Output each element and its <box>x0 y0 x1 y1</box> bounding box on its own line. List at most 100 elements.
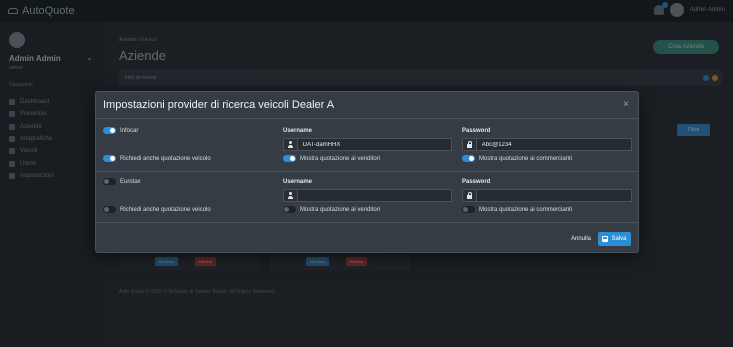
toggle-switch[interactable] <box>462 155 475 162</box>
chevron-down-icon[interactable]: ▾ <box>88 56 91 63</box>
provider-name: Infocar <box>120 127 139 134</box>
save-icon <box>602 236 609 242</box>
edit-button[interactable]: Modifica <box>155 257 178 266</box>
app-name: AutoQuote <box>22 5 75 17</box>
sidebar-item-label: Anagrafiche <box>20 136 53 143</box>
users-icon <box>9 160 15 167</box>
username-field <box>283 138 452 151</box>
delete-button[interactable]: Elimina <box>195 257 217 266</box>
sidebar-item-dashboard[interactable]: Dashboard <box>9 96 54 108</box>
edit-button[interactable]: Modifica <box>306 257 329 266</box>
toggle-switch[interactable] <box>103 155 116 162</box>
close-icon[interactable]: × <box>621 100 631 110</box>
registry-icon <box>9 136 15 143</box>
company-card: Modifica Elimina <box>270 254 410 270</box>
sidebar-item-label: Impostazioni <box>20 172 54 179</box>
show-sellers-toggle[interactable]: Mostra quotazione ai venditori <box>283 155 380 162</box>
sidebar-item-label: Preventivi <box>20 111 47 118</box>
toggle-switch[interactable] <box>462 206 475 213</box>
show-dealers-toggle[interactable]: Mostra quotazione ai commercianti <box>462 206 572 213</box>
delete-button[interactable]: Elimina <box>346 257 368 266</box>
toggle-label: Mostra quotazione ai venditori <box>300 155 381 162</box>
provider-enabled-toggle[interactable]: Eurotax <box>103 178 141 185</box>
sidebar-section-title: Navigation <box>9 82 33 88</box>
dashboard-icon <box>9 99 15 106</box>
toggle-switch[interactable] <box>103 127 116 134</box>
username-input[interactable] <box>296 189 452 202</box>
sidebar-item-label: Dashboard <box>20 99 50 106</box>
filter-panel-title: Filtri di ricerca <box>125 75 157 81</box>
collapse-icon[interactable] <box>712 75 718 81</box>
sidebar-item-utenti[interactable]: Utenti <box>9 157 54 169</box>
user-icon <box>283 189 297 202</box>
username-label: Username <box>283 128 313 134</box>
password-input[interactable] <box>475 138 632 151</box>
bell-icon[interactable] <box>653 2 668 15</box>
sidebar-item-anagrafiche[interactable]: Anagrafiche <box>9 133 54 145</box>
sidebar-item-aziende[interactable]: Aziende <box>9 121 54 133</box>
toggle-switch[interactable] <box>103 206 116 213</box>
password-label: Password <box>462 179 491 185</box>
lock-icon <box>462 138 476 151</box>
sidebar: Admin Admin admin ▾ Navigation Dashboard… <box>0 22 105 347</box>
sidebar-avatar <box>9 32 25 48</box>
toggle-switch[interactable] <box>103 178 116 185</box>
sidebar-item-veicoli[interactable]: Veicoli <box>9 145 54 157</box>
notification-badge <box>661 2 668 8</box>
filter-button[interactable]: Filtra <box>677 124 710 136</box>
top-bar: AutoQuote Admin Admin <box>0 0 733 22</box>
toggle-label: Richiedi anche quotazione veicolo <box>120 206 211 213</box>
password-field <box>462 189 632 202</box>
sidebar-item-label: Aziende <box>20 123 42 130</box>
sidebar-user-role: admin <box>9 65 23 71</box>
toggle-label: Mostra quotazione ai venditori <box>300 206 381 213</box>
sidebar-item-preventivi[interactable]: Preventivi <box>9 108 54 120</box>
password-input[interactable] <box>475 189 632 202</box>
toggle-label: Mostra quotazione ai commercianti <box>479 155 573 162</box>
top-right-area: Admin Admin <box>653 2 725 17</box>
page-title: Aziende <box>119 48 166 63</box>
modal-header: Impostazioni provider di ricerca veicoli… <box>96 92 638 119</box>
lock-icon <box>462 189 476 202</box>
provider-enabled-toggle[interactable]: Infocar <box>103 127 138 134</box>
password-field <box>462 138 632 151</box>
new-company-button[interactable]: Crea Azienda <box>653 40 719 54</box>
avatar[interactable] <box>669 3 684 17</box>
divider <box>96 171 638 172</box>
username-field <box>283 189 452 202</box>
sidebar-item-label: Veicoli <box>20 148 38 155</box>
gear-icon <box>9 172 15 179</box>
toggle-switch[interactable] <box>283 206 296 213</box>
provider-name: Eurotax <box>120 178 141 185</box>
cancel-button[interactable]: Annulla <box>571 232 591 246</box>
modal-title: Impostazioni provider di ricerca veicoli… <box>103 99 335 111</box>
user-icon <box>283 138 297 151</box>
app-logo[interactable]: AutoQuote <box>8 5 75 17</box>
save-button[interactable]: Salva <box>598 232 631 246</box>
password-label: Password <box>462 128 491 134</box>
breadcrumb[interactable]: Aziende / Elenco <box>119 37 157 43</box>
save-button-label: Salva <box>611 236 627 242</box>
provider-settings-modal: Impostazioni provider di ricerca veicoli… <box>95 91 639 253</box>
building-icon <box>9 123 15 130</box>
show-sellers-toggle[interactable]: Mostra quotazione ai venditori <box>283 206 380 213</box>
sidebar-item-impostazioni[interactable]: Impostazioni <box>9 170 54 182</box>
top-user-name[interactable]: Admin Admin <box>690 7 725 13</box>
refresh-icon[interactable] <box>703 75 709 81</box>
username-input[interactable] <box>296 138 452 151</box>
sidebar-nav: Navigation Dashboard Preventivi Aziende … <box>9 82 54 182</box>
toggle-switch[interactable] <box>283 155 296 162</box>
show-dealers-toggle[interactable]: Mostra quotazione ai commercianti <box>462 155 572 162</box>
toggle-label: Mostra quotazione ai commercianti <box>479 206 573 213</box>
quote-icon <box>9 111 15 118</box>
username-label: Username <box>283 179 313 185</box>
request-quote-toggle[interactable]: Richiedi anche quotazione veicolo <box>103 206 211 213</box>
request-quote-toggle[interactable]: Richiedi anche quotazione veicolo <box>103 155 211 162</box>
car-icon <box>9 148 15 155</box>
sidebar-item-label: Utenti <box>20 160 36 167</box>
company-card: Modifica Elimina <box>119 254 259 270</box>
sidebar-user-name[interactable]: Admin Admin <box>9 54 61 63</box>
toggle-label: Richiedi anche quotazione veicolo <box>120 155 211 162</box>
filter-panel-header[interactable]: Filtri di ricerca <box>119 70 722 86</box>
modal-footer: Annulla Salva <box>96 222 638 254</box>
